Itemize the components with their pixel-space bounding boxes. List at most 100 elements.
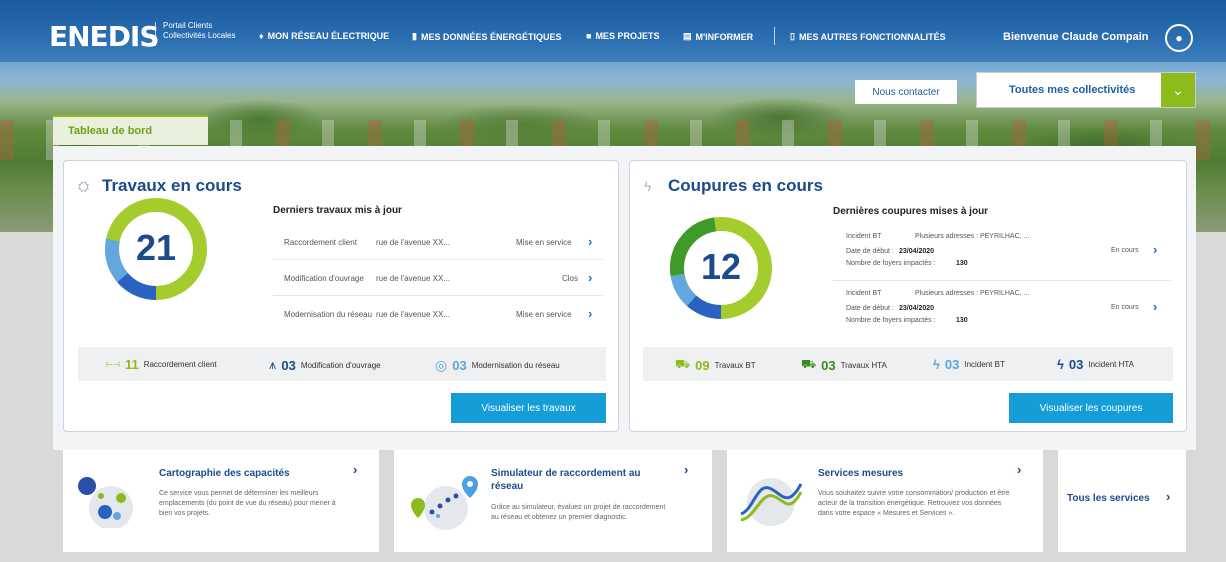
table-row[interactable]: Modernisation du réseau rue de l'avenue … bbox=[273, 296, 603, 332]
work-status: Mise en service bbox=[516, 238, 572, 247]
work-address: rue de l'avenue XX... bbox=[376, 274, 451, 283]
chevron-right-icon[interactable]: › bbox=[1153, 242, 1157, 257]
works-icon: ⛭ bbox=[78, 178, 90, 194]
nav-label: MES PROJETS bbox=[595, 31, 660, 41]
nav-label: M'INFORMER bbox=[695, 31, 754, 42]
lightning-icon: ϟ bbox=[933, 357, 940, 372]
coupures-title: Coupures en cours bbox=[668, 176, 823, 195]
service-description: Grâce au simulateur, évaluez un projet d… bbox=[491, 504, 666, 521]
chevron-down-icon[interactable]: ⌄ bbox=[1161, 73, 1195, 107]
stat-label: Incident BT bbox=[964, 360, 1005, 369]
stat-travaux-hta[interactable]: ⛟ 03 Travaux HTA bbox=[801, 357, 887, 373]
chevron-right-icon[interactable]: › bbox=[588, 234, 592, 249]
stat-modification[interactable]: ⩚ 03 Modification d'ouvrage bbox=[269, 357, 381, 373]
service-card-mesures[interactable]: Services mesures Vous souhaitez suivre v… bbox=[727, 450, 1043, 552]
foyers-value: 130 bbox=[956, 260, 968, 267]
tab-tableau-de-bord[interactable]: Tableau de bord bbox=[53, 115, 208, 145]
work-status: Mise en service bbox=[516, 310, 572, 319]
nav-mon-reseau[interactable]: ♦ MON RÉSEAU ÉLECTRIQUE bbox=[259, 31, 389, 41]
user-icon: ● bbox=[1175, 31, 1183, 45]
service-title: Cartographie des capacités bbox=[159, 468, 290, 479]
stat-incident-hta[interactable]: ϟ 03 Incident HTA bbox=[1057, 357, 1134, 372]
stat-modernisation[interactable]: ◎ 03 Modernisation du réseau bbox=[435, 357, 560, 374]
chevron-right-icon[interactable]: › bbox=[684, 462, 688, 477]
stat-incident-bt[interactable]: ϟ 03 Incident BT bbox=[933, 357, 1005, 372]
chevron-right-icon[interactable]: › bbox=[1017, 462, 1021, 477]
travaux-subtitle: Derniers travaux mis à jour bbox=[273, 205, 402, 216]
service-card-cartographie[interactable]: Cartographie des capacités Ce service vo… bbox=[63, 450, 379, 552]
table-row[interactable]: Modification d'ouvrage rue de l'avenue X… bbox=[273, 260, 603, 296]
enedis-logo[interactable]: ENEDIS bbox=[49, 20, 160, 53]
chevron-right-icon[interactable]: › bbox=[1166, 489, 1170, 504]
portal-line1: Portail Clients bbox=[163, 21, 213, 30]
stat-label: Incident HTA bbox=[1088, 360, 1135, 369]
coupures-card: ϟ Coupures en cours 12 Dernières coupure… bbox=[629, 160, 1187, 432]
all-services-link[interactable]: Tous les services bbox=[1067, 493, 1150, 504]
table-row[interactable]: Raccordement client rue de l'avenue XX..… bbox=[273, 224, 603, 260]
work-address: rue de l'avenue XX... bbox=[376, 238, 451, 247]
nav-label: MES DONNÉES ÉNERGÉTIQUES bbox=[420, 31, 562, 42]
stat-count: 03 bbox=[944, 357, 960, 372]
chevron-right-icon[interactable]: › bbox=[588, 270, 592, 285]
list-item[interactable]: Incident BT Plusieurs adresses : PEYRILH… bbox=[833, 286, 1171, 338]
lightbulb-icon: ♦ bbox=[259, 31, 264, 41]
incident-address: Plusieurs adresses : PEYRILHAC, ... bbox=[915, 233, 1030, 240]
nav-autres-fonctionnalites[interactable]: ▯ MES AUTRES FONCTIONNALITÉS bbox=[790, 31, 946, 42]
map-dots-icon bbox=[78, 477, 133, 528]
nav-mes-projets[interactable]: ■ MES PROJETS bbox=[586, 31, 659, 41]
work-address: rue de l'avenue XX... bbox=[376, 310, 451, 319]
date-label: Date de début : bbox=[846, 305, 894, 312]
incident-status: En cours bbox=[1111, 304, 1139, 311]
bar-chart-icon: ▮ bbox=[412, 31, 417, 41]
work-status: Clos bbox=[562, 274, 579, 283]
user-account-button[interactable]: ● bbox=[1165, 24, 1193, 52]
incident-type: Incident BT bbox=[846, 290, 882, 297]
service-title: Services mesures bbox=[818, 468, 904, 479]
nav-m-informer[interactable]: ▤ M'INFORMER bbox=[683, 31, 753, 42]
work-type: Modernisation du réseau bbox=[284, 310, 373, 319]
stat-count: 03 bbox=[281, 357, 296, 373]
foyers-label: Nombre de foyers impactés : bbox=[846, 317, 936, 324]
list-item[interactable]: Incident BT Plusieurs adresses : PEYRILH… bbox=[833, 229, 1171, 281]
travaux-title: Travaux en cours bbox=[102, 176, 242, 195]
folder-icon: ■ bbox=[586, 31, 592, 41]
work-type: Modification d'ouvrage bbox=[284, 274, 364, 283]
chevron-right-icon[interactable]: › bbox=[353, 462, 357, 477]
lightning-icon: ϟ bbox=[1057, 357, 1064, 372]
connection-icon: ⊢⊣ bbox=[106, 360, 120, 369]
work-type: Raccordement client bbox=[284, 238, 357, 247]
top-navigation: ENEDIS Portail Clients Collectivités Loc… bbox=[0, 0, 1226, 62]
map-pin-icon bbox=[411, 476, 478, 530]
coupures-subtitle: Dernières coupures mises à jour bbox=[833, 206, 989, 217]
service-description: Vous souhaitez suivre votre consommation… bbox=[818, 490, 1010, 517]
collectivites-select[interactable]: Toutes mes collectivités ⌄ bbox=[976, 72, 1196, 108]
visualiser-travaux-button[interactable]: Visualiser les travaux bbox=[451, 393, 606, 423]
refresh-icon: ◎ bbox=[435, 357, 448, 373]
chevron-right-icon[interactable]: › bbox=[588, 306, 592, 321]
all-services-card[interactable]: Tous les services › bbox=[1058, 450, 1186, 552]
date-label: Date de début : bbox=[846, 248, 894, 255]
work-truck-icon: ⛟ bbox=[675, 357, 691, 371]
stat-count: 03 bbox=[452, 358, 467, 373]
incident-type: Incident BT bbox=[846, 233, 882, 240]
service-description: Ce service vous permet de déterminer les… bbox=[159, 490, 336, 517]
document-icon: ▤ bbox=[683, 31, 692, 41]
incident-status: En cours bbox=[1111, 247, 1139, 254]
chevron-right-icon[interactable]: › bbox=[1153, 299, 1157, 314]
coupures-count: 12 bbox=[700, 246, 742, 287]
stat-raccordement[interactable]: ⊢⊣ 11 Raccordement client bbox=[106, 357, 217, 372]
incident-address: Plusieurs adresses : PEYRILHAC, ... bbox=[915, 290, 1030, 297]
contact-button[interactable]: Nous contacter bbox=[855, 80, 957, 104]
foyers-label: Nombre de foyers impactés : bbox=[846, 260, 936, 267]
date-value: 23/04/2020 bbox=[899, 248, 935, 255]
stat-label: Modification d'ouvrage bbox=[300, 360, 381, 370]
nav-mes-donnees[interactable]: ▮ MES DONNÉES ÉNERGÉTIQUES bbox=[412, 31, 561, 42]
nav-divider bbox=[774, 27, 775, 45]
stat-label: Raccordement client bbox=[143, 360, 217, 369]
date-value: 23/04/2020 bbox=[899, 305, 935, 312]
stat-count: 09 bbox=[695, 357, 710, 373]
visualiser-coupures-button[interactable]: Visualiser les coupures bbox=[1009, 393, 1173, 423]
stat-travaux-bt[interactable]: ⛟ 09 Travaux BT bbox=[675, 357, 756, 373]
coupures-stats: ⛟ 09 Travaux BT ⛟ 03 Travaux HTA ϟ 03 In… bbox=[643, 347, 1173, 381]
service-card-simulateur[interactable]: Simulateur de raccordement au réseau Grâ… bbox=[394, 450, 712, 552]
